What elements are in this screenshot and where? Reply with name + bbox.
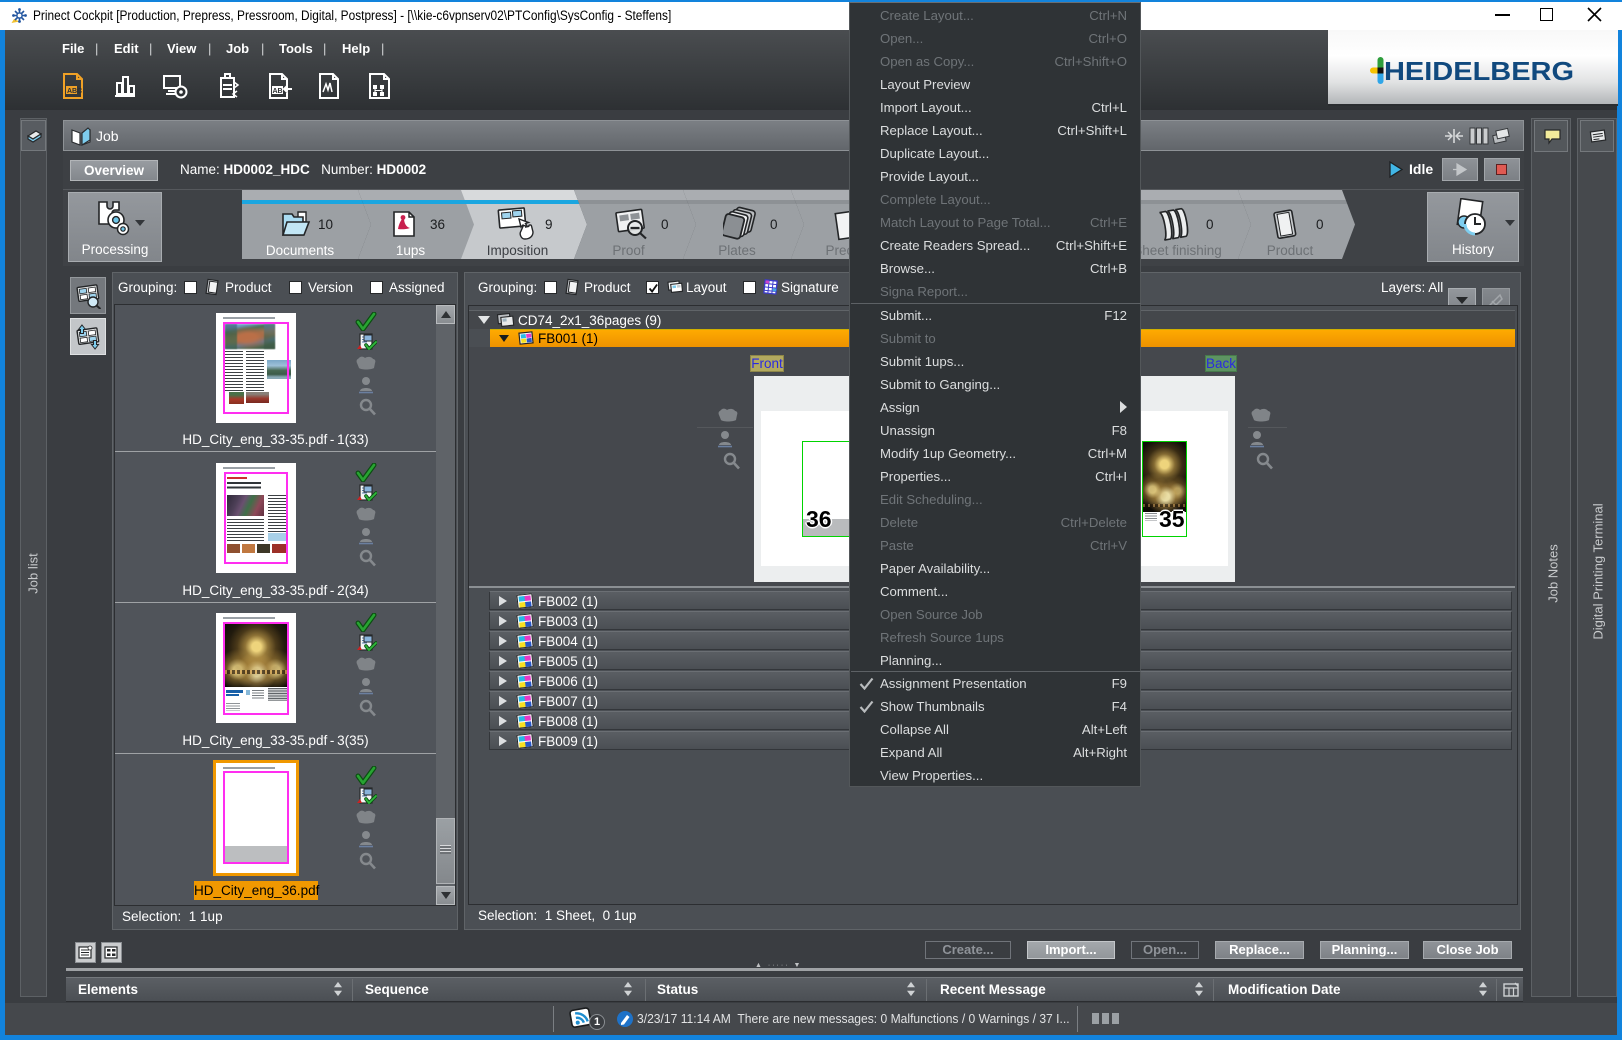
svg-text:ABC: ABC [67, 88, 82, 95]
svg-text:HEIDELBERG: HEIDELBERG [1384, 56, 1574, 86]
